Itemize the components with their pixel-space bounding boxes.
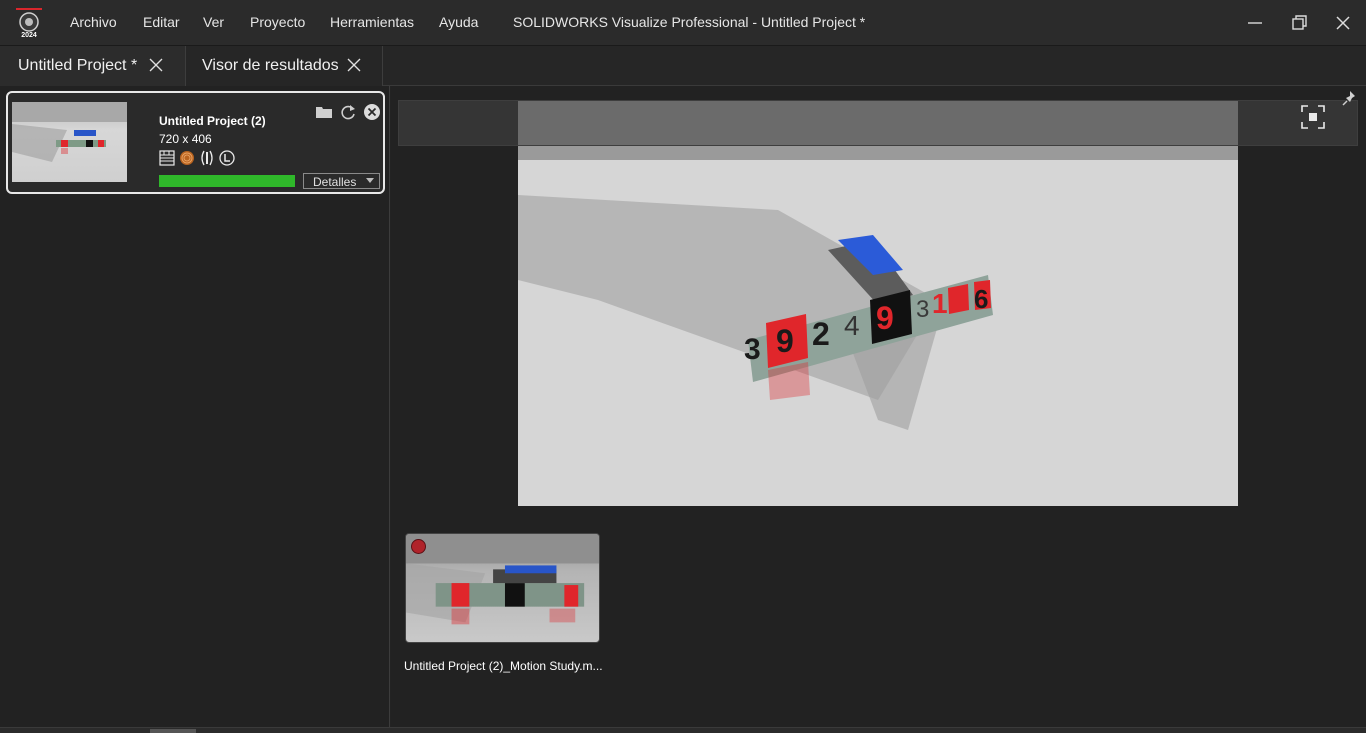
render-job-title: Untitled Project (2) <box>159 114 266 128</box>
close-icon[interactable] <box>1331 12 1355 34</box>
preview-digit: 3 <box>744 333 761 366</box>
preview-digit: 4 <box>844 310 860 341</box>
scrollbar-handle[interactable] <box>150 729 196 733</box>
tab-label: Visor de resultados <box>202 57 339 74</box>
preview-digit: 6 <box>974 284 989 314</box>
minimize-icon[interactable] <box>1243 12 1267 34</box>
preview-digit: 9 <box>876 300 894 336</box>
result-thumbnail-image <box>406 534 599 625</box>
menu-editar[interactable]: Editar <box>143 14 180 30</box>
preview-digit: 3 <box>916 296 930 323</box>
title-bar: 2024 Archivo Editar Ver Proyecto Herrami… <box>0 0 1366 46</box>
tab-close-icon[interactable] <box>149 58 163 72</box>
results-viewer: 3 9 2 4 9 3 1 6 Untitled Project (2)_Mot… <box>391 86 1366 727</box>
render-job-card[interactable]: Untitled Project (2) 720 x 406 Detalles <box>6 91 385 194</box>
logo-year-text: 2024 <box>21 32 37 38</box>
tab-label: Untitled Project * <box>18 57 138 74</box>
tab-untitled-project[interactable]: Untitled Project * <box>0 46 186 86</box>
open-folder-icon[interactable] <box>315 103 333 121</box>
denoiser-icon <box>199 150 215 166</box>
status-bar <box>0 727 1366 733</box>
details-button-label: Detalles <box>313 175 357 189</box>
render-job-thumbnail[interactable] <box>12 102 127 182</box>
tab-close-icon[interactable] <box>347 58 361 72</box>
menu-proyecto[interactable]: Proyecto <box>250 14 305 30</box>
render-preview-image[interactable]: 3 9 2 4 9 3 1 6 <box>518 100 1238 506</box>
restore-icon[interactable] <box>1287 12 1311 34</box>
license-icon <box>219 150 235 166</box>
chevron-down-icon <box>366 178 374 183</box>
preview-digit: 1 <box>932 288 948 319</box>
render-target-icon <box>179 150 195 166</box>
menu-ver[interactable]: Ver <box>203 14 224 30</box>
menu-ayuda[interactable]: Ayuda <box>439 14 478 30</box>
pin-icon[interactable] <box>1342 90 1358 106</box>
render-queue-panel: Untitled Project (2) 720 x 406 Detalles <box>0 86 390 727</box>
render-progress-fill <box>159 175 295 187</box>
render-job-resolution: 720 x 406 <box>159 132 212 146</box>
details-dropdown-button[interactable]: Detalles <box>303 173 380 189</box>
result-status-dot <box>411 539 426 554</box>
menu-archivo[interactable]: Archivo <box>70 14 117 30</box>
preview-digit: 9 <box>776 323 794 359</box>
film-strip-icon <box>159 150 175 166</box>
menu-herramientas[interactable]: Herramientas <box>330 14 414 30</box>
solidworks-visualize-logo-icon[interactable]: 2024 <box>16 8 42 38</box>
render-progress-bar <box>159 175 295 187</box>
result-filename[interactable]: Untitled Project (2)_Motion Study.m... <box>404 659 603 673</box>
refresh-icon[interactable] <box>339 103 357 121</box>
tab-bar: Untitled Project * Visor de resultados <box>0 46 1366 86</box>
result-thumbnail[interactable] <box>405 533 600 643</box>
viewer-overlay-toolbar <box>398 100 1358 146</box>
tab-visor-de-resultados[interactable]: Visor de resultados <box>186 46 383 86</box>
window-title: SOLIDWORKS Visualize Professional - Unti… <box>513 14 866 30</box>
remove-icon[interactable] <box>363 103 381 121</box>
preview-digit: 2 <box>812 316 830 352</box>
fit-to-view-icon[interactable] <box>1301 105 1325 129</box>
